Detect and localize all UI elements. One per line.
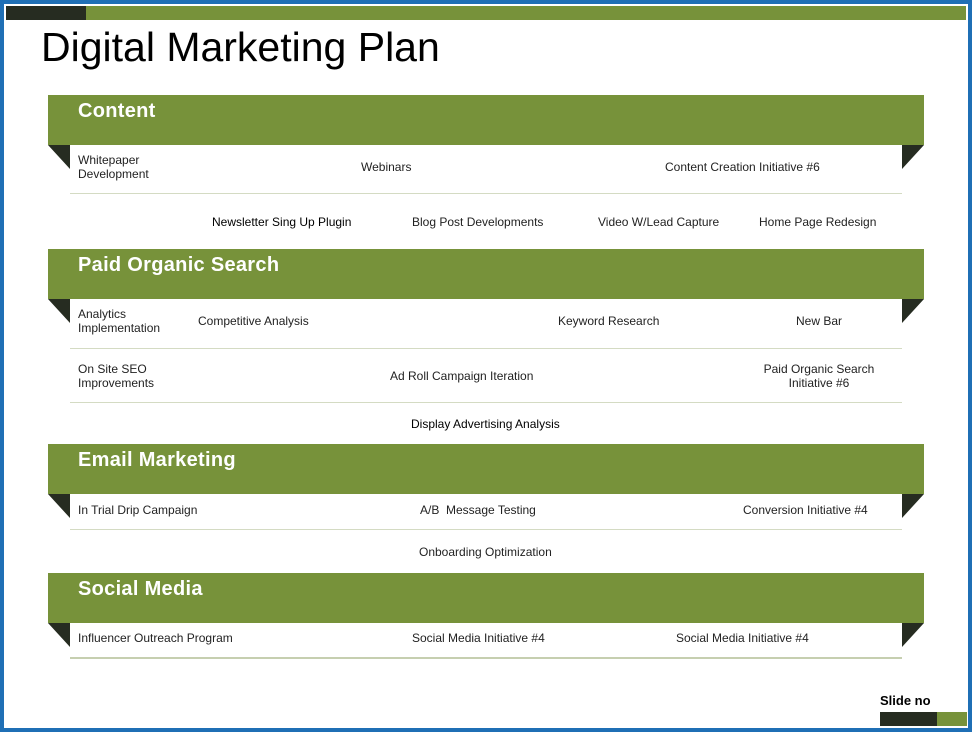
bottom-accent-dark bbox=[880, 712, 937, 726]
banner-fold-left bbox=[48, 299, 70, 323]
item-social-media-initiative: Social Media Initiative #4 bbox=[676, 631, 809, 645]
slide: Digital Marketing Plan Content Whitepape… bbox=[4, 4, 968, 728]
banner-fold-right bbox=[902, 299, 924, 323]
section-title: Paid Organic Search bbox=[78, 254, 280, 276]
row-separator bbox=[70, 657, 902, 659]
item-onboarding-optimization: Onboarding Optimization bbox=[419, 545, 552, 559]
row-separator bbox=[70, 529, 902, 530]
item-video-lead-capture: Video W/Lead Capture bbox=[598, 215, 720, 229]
item-on-site-seo-improvements: On Site SEO Improvements bbox=[78, 362, 155, 390]
section-banner-social-media: Social Media bbox=[48, 573, 924, 623]
item-ab-message-testing: A/B Message Testing bbox=[420, 503, 536, 517]
banner-fold-right bbox=[902, 494, 924, 518]
item-social-media-initiative: Social Media Initiative #4 bbox=[412, 631, 545, 645]
section-banner-content: Content bbox=[48, 95, 924, 145]
item-analytics-implementation: Analytics Implementation bbox=[78, 307, 161, 335]
banner-fold-right bbox=[902, 145, 924, 169]
slide-number-label: Slide no bbox=[880, 693, 931, 708]
item-competitive-analysis: Competitive Analysis bbox=[198, 314, 309, 328]
section-title: Social Media bbox=[78, 578, 203, 600]
item-blog-post-developments: Blog Post Developments bbox=[412, 215, 544, 229]
item-content-creation-initiative: Content Creation Initiative #6 bbox=[665, 160, 820, 174]
item-webinars: Webinars bbox=[361, 160, 412, 174]
bottom-accent-green bbox=[937, 712, 967, 726]
row-separator bbox=[70, 402, 902, 403]
banner-fold-right bbox=[902, 623, 924, 647]
item-in-trial-drip-campaign: In Trial Drip Campaign bbox=[78, 503, 198, 517]
row-separator bbox=[70, 193, 902, 194]
item-newsletter-signup-plugin: Newsletter Sing Up Plugin bbox=[212, 215, 352, 229]
section-banner-paid-organic-search: Paid Organic Search bbox=[48, 249, 924, 299]
page-title: Digital Marketing Plan bbox=[41, 24, 440, 70]
item-new-bar: New Bar bbox=[796, 314, 843, 328]
section-banner-email-marketing: Email Marketing bbox=[48, 444, 924, 494]
row-separator bbox=[70, 348, 902, 349]
banner-fold-left bbox=[48, 145, 70, 169]
top-accent-green bbox=[86, 6, 966, 20]
item-influencer-outreach-program: Influencer Outreach Program bbox=[78, 631, 233, 645]
item-home-page-redesign: Home Page Redesign bbox=[759, 215, 877, 229]
top-accent-dark bbox=[6, 6, 86, 20]
banner-fold-left bbox=[48, 623, 70, 647]
section-title: Email Marketing bbox=[78, 449, 236, 471]
item-paid-organic-search-initiative: Paid Organic Search Initiative #6 bbox=[763, 362, 875, 390]
item-whitepaper-development: Whitepaper Development bbox=[78, 153, 149, 181]
item-keyword-research: Keyword Research bbox=[558, 314, 660, 328]
item-ad-roll-campaign-iteration: Ad Roll Campaign Iteration bbox=[390, 369, 534, 383]
item-display-advertising-analysis: Display Advertising Analysis bbox=[411, 417, 560, 431]
section-title: Content bbox=[78, 100, 156, 122]
item-conversion-initiative: Conversion Initiative #4 bbox=[743, 503, 868, 517]
banner-fold-left bbox=[48, 494, 70, 518]
